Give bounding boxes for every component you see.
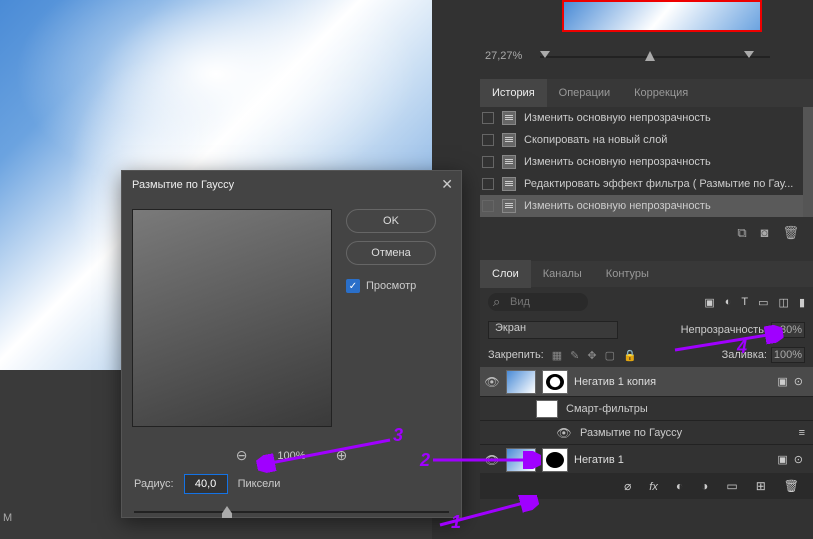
zoom-out-icon[interactable]: ⊖ <box>236 447 248 464</box>
history-item[interactable]: Изменить основную непрозрачность <box>480 195 813 217</box>
annotation-3: 3 <box>393 425 403 446</box>
lock-artboard-icon[interactable]: ▢ <box>605 349 615 362</box>
radius-unit: Пиксели <box>238 478 281 490</box>
filter-preview[interactable] <box>132 209 332 427</box>
smart-filters-row[interactable]: Смарт-фильтры <box>480 397 813 421</box>
history-item[interactable]: Изменить основную непрозрачность <box>480 107 813 129</box>
history-item[interactable]: Редактировать эффект фильтра ( Размытие … <box>480 173 813 195</box>
tab-channels[interactable]: Каналы <box>531 260 594 288</box>
annotation-4: 4 <box>737 337 747 358</box>
filter-shape-icon[interactable]: ▭ <box>758 296 768 309</box>
close-icon[interactable]: ✕ <box>441 176 453 193</box>
filter-adjust-icon[interactable]: ◐ <box>725 296 732 309</box>
ok-button[interactable]: OK <box>346 209 436 233</box>
document-icon <box>502 199 516 213</box>
fx-icon[interactable]: fx <box>649 479 658 493</box>
filter-mask-thumb[interactable] <box>536 400 558 418</box>
radius-input[interactable] <box>184 474 228 494</box>
layer-search[interactable] <box>488 293 588 311</box>
preview-label: Просмотр <box>366 280 416 292</box>
visibility-icon[interactable]: 👁 <box>484 375 500 389</box>
navigator-thumb[interactable] <box>562 0 762 32</box>
layer-mask[interactable] <box>542 370 568 394</box>
lock-transparency-icon[interactable]: ▦ <box>552 349 562 362</box>
preview-checkbox[interactable]: ✓ <box>346 279 360 293</box>
document-icon <box>502 111 516 125</box>
cancel-button[interactable]: Отмена <box>346 241 436 265</box>
filter-toggle-icon[interactable]: ▮ <box>799 296 805 309</box>
filter-image-icon[interactable]: ▣ <box>704 296 714 309</box>
lock-all-icon[interactable]: 🔒 <box>623 349 637 362</box>
tab-adjustments[interactable]: Коррекция <box>622 79 700 107</box>
filter-fx-icon[interactable]: ⊙ <box>794 375 803 388</box>
document-icon <box>502 177 516 191</box>
mask-icon[interactable]: ◐ <box>676 479 683 493</box>
tab-layers[interactable]: Слои <box>480 260 531 288</box>
new-doc-icon[interactable]: ⧉ <box>737 225 746 241</box>
trash-icon[interactable]: 🗑 <box>784 479 799 493</box>
group-icon[interactable]: ▭ <box>726 479 737 493</box>
navigator-zoom[interactable]: 27,27% <box>485 50 522 62</box>
annotation-2: 2 <box>420 450 430 471</box>
camera-icon[interactable]: ◙ <box>761 225 769 241</box>
lock-brush-icon[interactable]: ✎ <box>570 349 579 362</box>
filter-row[interactable]: 👁 Размытие по Гауссу ≡ <box>480 421 813 445</box>
scrollbar[interactable] <box>803 107 813 217</box>
filter-smart-icon[interactable]: ◫ <box>779 296 789 309</box>
adjustment-icon[interactable]: ◑ <box>701 479 708 493</box>
layer-row[interactable]: 👁 Негатив 1 копия ▣⊙ <box>480 367 813 397</box>
trash-icon[interactable]: 🗑 <box>782 225 799 241</box>
tab-history[interactable]: История <box>480 79 547 107</box>
dialog-title: Размытие по Гауссу <box>122 171 461 199</box>
history-item[interactable]: Изменить основную непрозрачность <box>480 151 813 173</box>
lock-label: Закрепить: <box>488 349 544 361</box>
tab-actions[interactable]: Операции <box>547 79 622 107</box>
radius-label: Радиус: <box>134 478 174 490</box>
smart-object-icon: ▣ <box>777 375 787 388</box>
visibility-icon[interactable]: 👁 <box>556 426 572 440</box>
blend-mode-select[interactable]: Экран <box>488 321 618 339</box>
annotation-1: 1 <box>451 512 461 533</box>
navigator-slider[interactable] <box>540 50 770 64</box>
ruler-label: M <box>3 512 12 524</box>
document-icon <box>502 133 516 147</box>
smart-object-icon: ▣ <box>777 453 787 466</box>
link-icon[interactable]: ⌀ <box>624 479 631 493</box>
lock-move-icon[interactable]: ✥ <box>587 349 596 362</box>
layer-thumb[interactable] <box>506 370 536 394</box>
new-layer-icon[interactable]: ⊞ <box>756 479 766 493</box>
filter-settings-icon[interactable]: ≡ <box>799 427 813 439</box>
history-item[interactable]: Скопировать на новый слой <box>480 129 813 151</box>
tab-paths[interactable]: Контуры <box>594 260 661 288</box>
document-icon <box>502 155 516 169</box>
radius-slider[interactable] <box>134 504 449 520</box>
filter-type-icon[interactable]: T <box>741 296 748 309</box>
filter-fx-icon[interactable]: ⊙ <box>794 453 803 466</box>
